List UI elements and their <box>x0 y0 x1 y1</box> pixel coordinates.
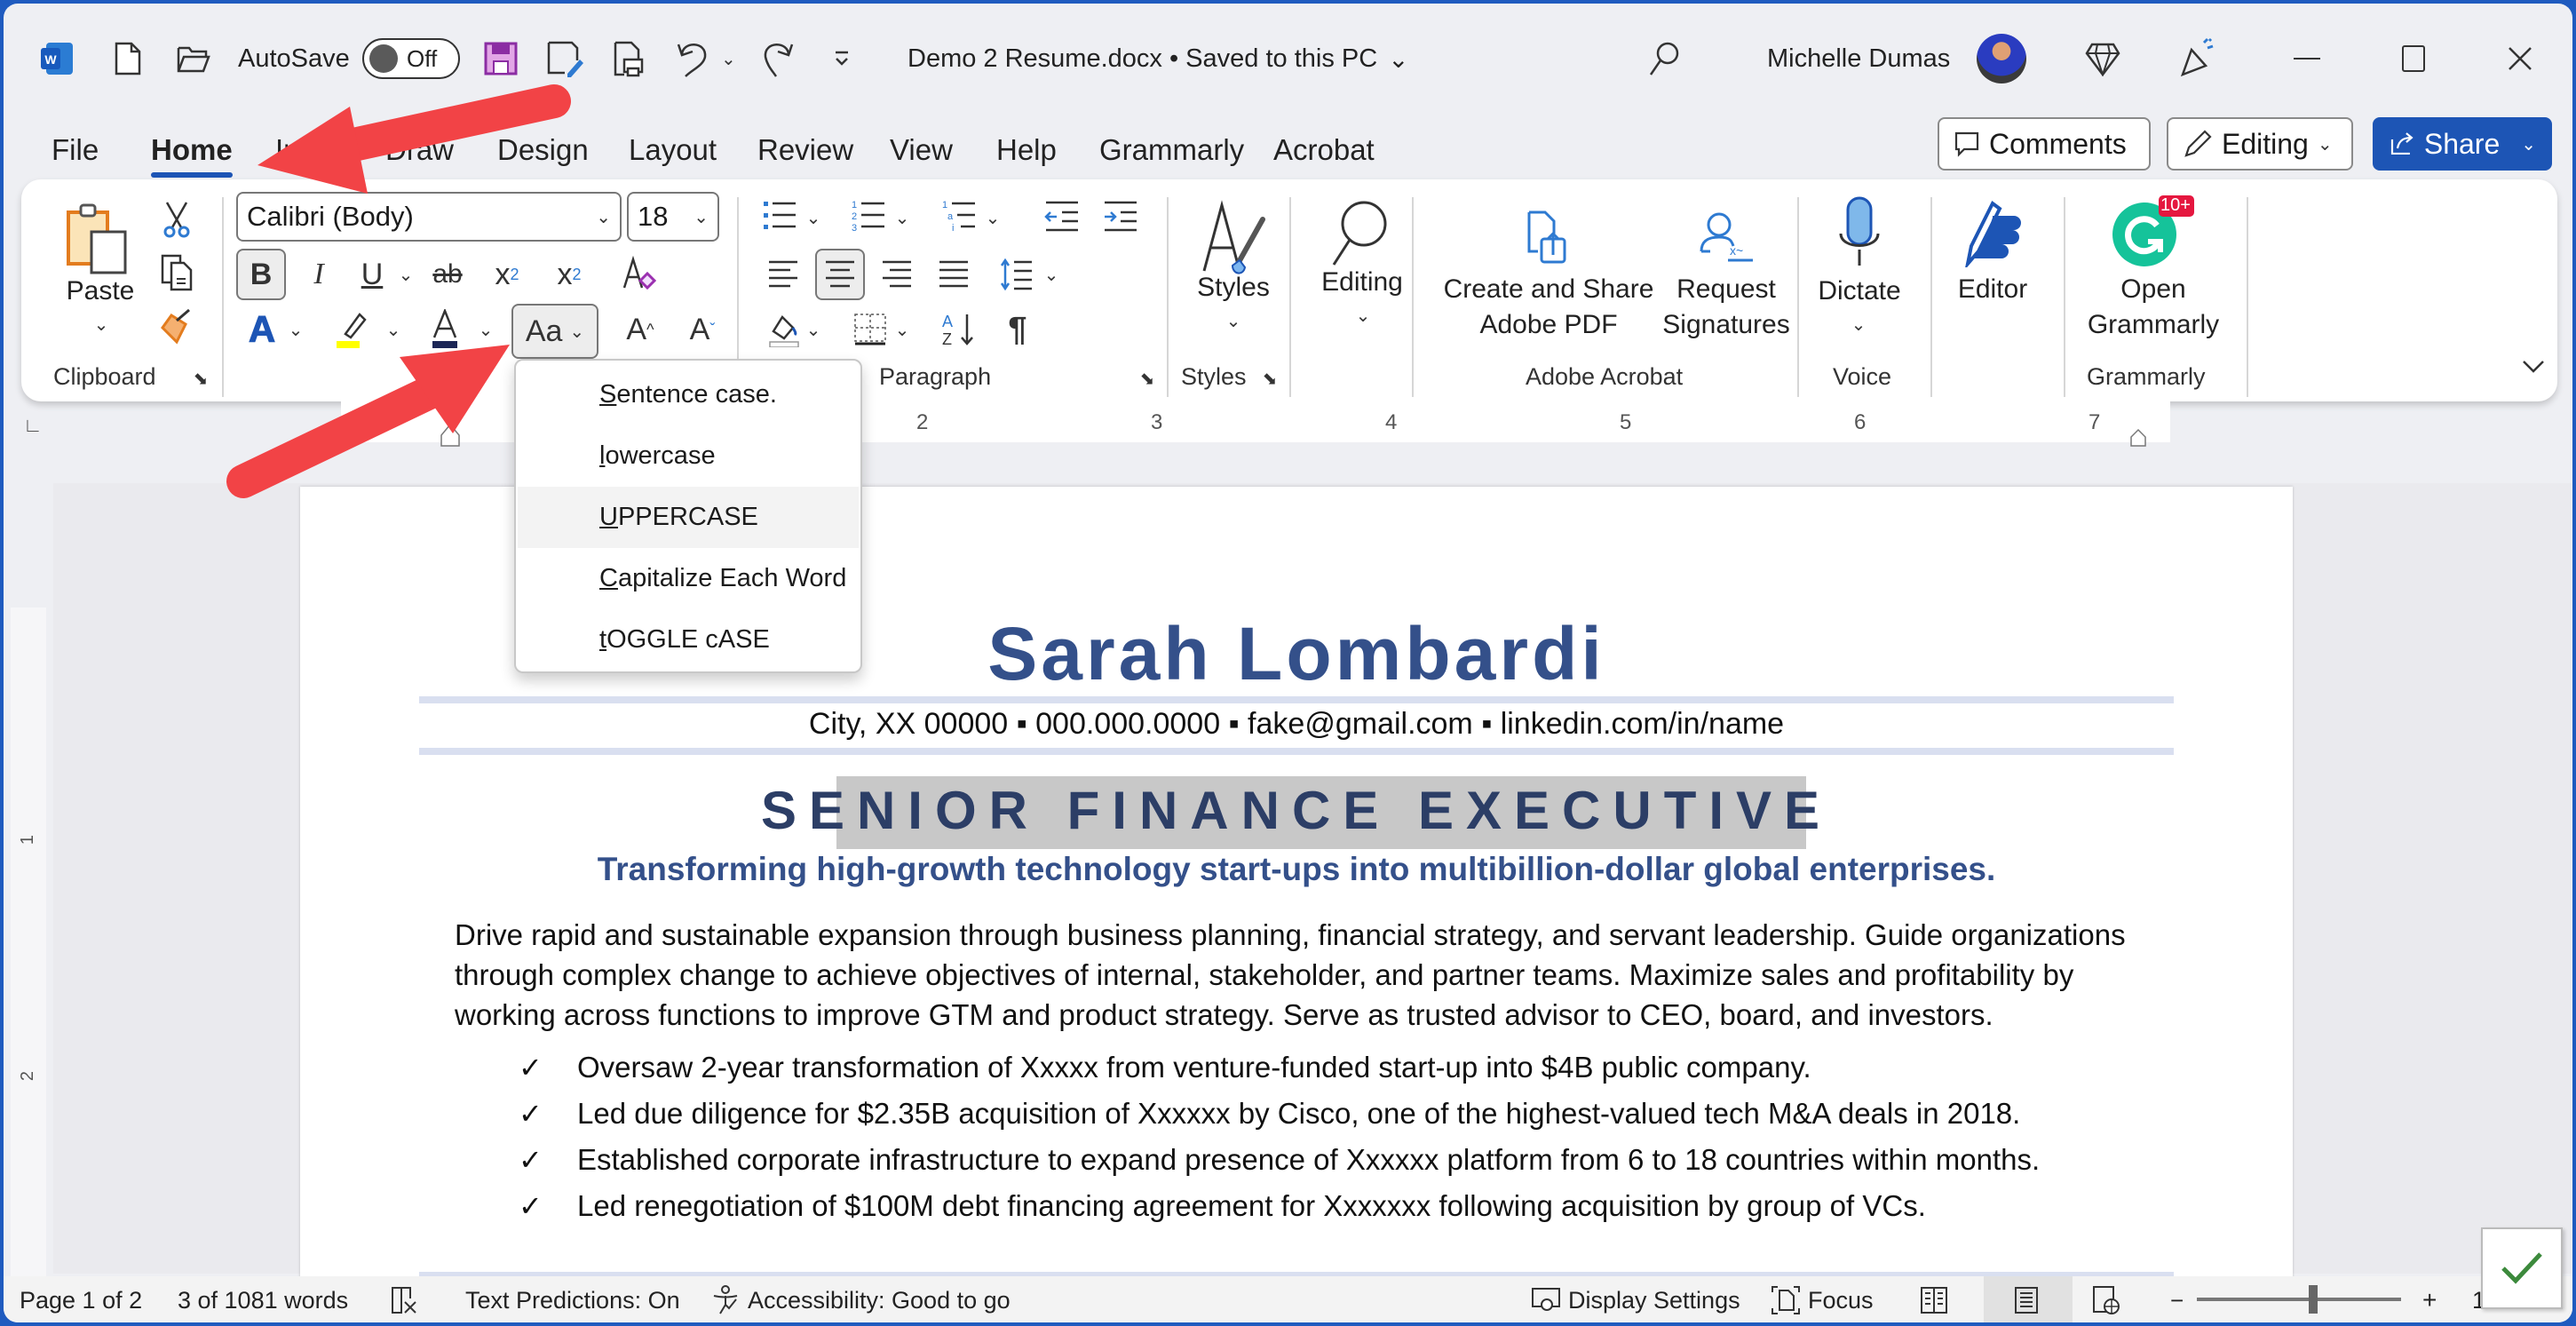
checkmark-icon <box>2501 1252 2542 1284</box>
word-count[interactable]: 3 of 1081 words <box>178 1285 348 1315</box>
arrow-to-home-tab <box>258 84 571 194</box>
focus-icon <box>1771 1286 1800 1314</box>
word-window: W AutoSave Off ⌄ Demo 2 Resume.docx • Sa… <box>4 4 2572 1322</box>
annotation-arrows <box>226 84 571 498</box>
zoom-in-button[interactable]: + <box>2422 1285 2437 1315</box>
display-settings-label: Display Settings <box>1568 1286 1740 1314</box>
web-layout-icon[interactable] <box>2092 1285 2120 1315</box>
status-bar: Page 1 of 2 3 of 1081 words Text Predict… <box>4 1276 2572 1322</box>
accessibility-status[interactable]: Accessibility: Good to go <box>710 1285 1011 1315</box>
print-layout-icon[interactable] <box>2014 1285 2039 1315</box>
page-count[interactable]: Page 1 of 2 <box>20 1285 142 1315</box>
focus-mode[interactable]: Focus <box>1771 1285 1874 1315</box>
zoom-slider-thumb[interactable] <box>2309 1285 2318 1314</box>
display-settings[interactable]: Display Settings <box>1531 1285 1740 1315</box>
accessibility-icon <box>713 1285 738 1314</box>
focus-label: Focus <box>1808 1286 1874 1314</box>
proofing-icon[interactable] <box>389 1285 419 1315</box>
grammarly-check-widget[interactable] <box>2481 1227 2563 1309</box>
text-predictions[interactable]: Text Predictions: On <box>465 1285 680 1315</box>
display-settings-icon <box>1532 1288 1560 1311</box>
arrow-to-change-case <box>226 345 510 498</box>
accessibility-label: Accessibility: Good to go <box>748 1286 1011 1314</box>
zoom-out-button[interactable]: − <box>2170 1285 2184 1315</box>
zoom-slider[interactable] <box>2197 1298 2401 1301</box>
read-mode-icon[interactable] <box>1920 1285 1948 1315</box>
